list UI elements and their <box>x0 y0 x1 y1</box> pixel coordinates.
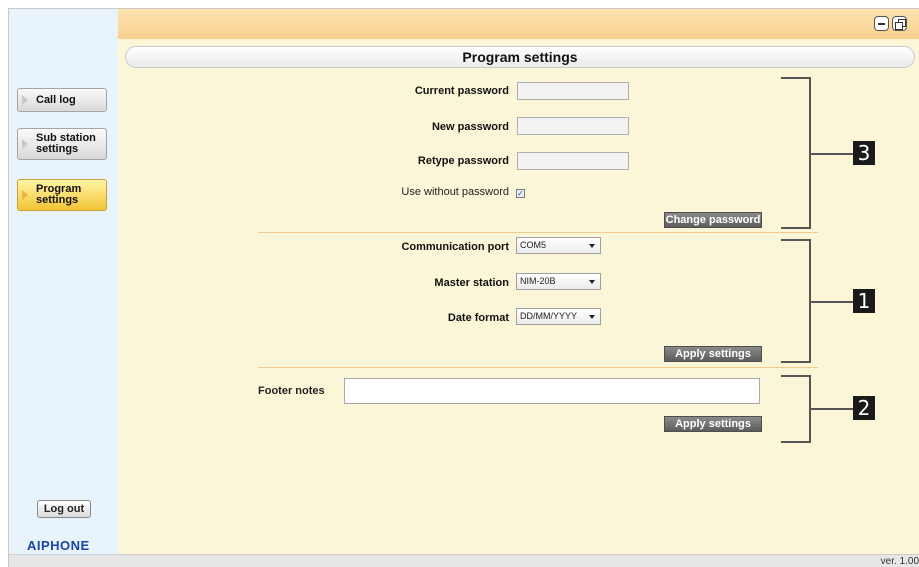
retype-password-label: Retype password <box>417 155 509 167</box>
footer-notes-field[interactable] <box>344 378 760 404</box>
callout-number-1: 1 <box>853 289 875 313</box>
app-window: Call log Sub station settings Program se… <box>8 8 919 567</box>
restore-icon[interactable] <box>892 16 907 31</box>
page-title: Program settings <box>125 46 915 68</box>
communication-port-value: COM5 <box>520 240 547 250</box>
sidebar-item-label-line2: settings <box>36 194 79 206</box>
aiphone-logo: AIPHONE <box>27 538 90 553</box>
change-password-button[interactable]: Change password <box>664 212 762 228</box>
current-password-label: Current password <box>414 85 509 97</box>
callout-bracket-2 <box>781 375 811 443</box>
sidebar-item-label-line2: settings <box>36 143 79 155</box>
date-format-select[interactable]: DD/MM/YYYY <box>516 308 601 325</box>
section-divider <box>258 232 818 233</box>
current-password-field[interactable] <box>517 82 629 100</box>
sidebar-item-sub-station-settings[interactable]: Sub station settings <box>17 128 107 160</box>
section-divider <box>258 367 818 368</box>
sidebar-item-label: Program settings <box>36 184 81 206</box>
use-without-password-checkbox[interactable]: ✓ <box>516 189 525 198</box>
sidebar: Call log Sub station settings Program se… <box>9 9 118 554</box>
status-bar: ver. 1.00 <box>9 554 919 567</box>
callout-line-3 <box>811 153 853 155</box>
callout-line-1 <box>811 301 853 303</box>
top-bar <box>118 9 919 39</box>
callout-bracket-1 <box>781 239 811 363</box>
chevron-down-icon <box>589 315 595 319</box>
date-format-label: Date format <box>447 312 509 324</box>
logout-button[interactable]: Log out <box>37 500 91 518</box>
apply-footer-button[interactable]: Apply settings <box>664 416 762 432</box>
new-password-label: New password <box>431 121 509 133</box>
callout-bracket-3 <box>781 77 811 229</box>
retype-password-field[interactable] <box>517 152 629 170</box>
sidebar-item-call-log[interactable]: Call log <box>17 88 107 112</box>
chevron-right-icon <box>22 190 28 200</box>
minimize-icon[interactable] <box>874 16 889 31</box>
sidebar-item-label: Sub station settings <box>36 133 96 155</box>
callout-line-2 <box>811 408 853 410</box>
callout-number-2: 2 <box>853 396 875 420</box>
date-format-value: DD/MM/YYYY <box>520 311 578 321</box>
communication-port-select[interactable]: COM5 <box>516 237 601 254</box>
sidebar-item-program-settings[interactable]: Program settings <box>17 179 107 211</box>
main-panel: Program settings Current password New pa… <box>118 9 919 554</box>
chevron-right-icon <box>22 139 28 149</box>
chevron-down-icon <box>589 244 595 248</box>
callout-number-3: 3 <box>853 141 875 165</box>
chevron-right-icon <box>22 95 28 105</box>
new-password-field[interactable] <box>517 117 629 135</box>
sidebar-item-label: Call log <box>36 93 76 106</box>
chevron-down-icon <box>589 280 595 284</box>
apply-settings-button[interactable]: Apply settings <box>664 346 762 362</box>
master-station-label: Master station <box>434 277 509 289</box>
master-station-select[interactable]: NIM-20B <box>516 273 601 290</box>
use-without-password-label: Use without password <box>401 186 509 198</box>
version-label: ver. 1.00 <box>880 556 919 567</box>
master-station-value: NIM-20B <box>520 276 556 286</box>
footer-notes-label: Footer notes <box>258 385 325 397</box>
communication-port-label: Communication port <box>401 241 509 253</box>
